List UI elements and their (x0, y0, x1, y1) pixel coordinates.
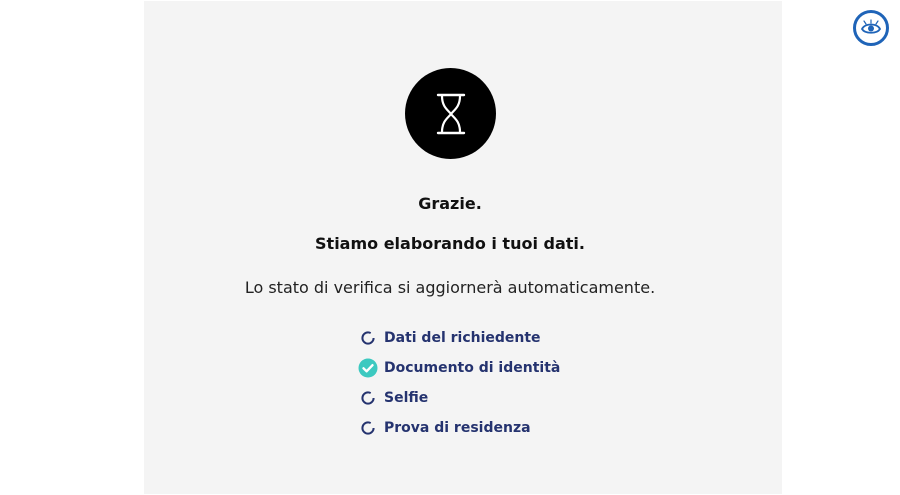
step-label: Dati del richiedente (384, 330, 541, 346)
loading-ring-icon (358, 328, 378, 348)
step-label: Documento di identità (384, 360, 561, 376)
eye-logo-icon (853, 10, 889, 46)
step-proof-of-residence: Prova di residenza (358, 413, 560, 443)
auto-update-message: Lo stato di verifica si aggiornerà autom… (244, 278, 656, 297)
verification-screen: Grazie. Stiamo elaborando i tuoi dati. L… (0, 0, 900, 495)
check-circle-icon (358, 358, 378, 378)
loading-ring-icon (358, 388, 378, 408)
step-applicant-data: Dati del richiedente (358, 323, 560, 353)
step-label: Selfie (384, 390, 429, 406)
thank-you-heading: Grazie. (418, 194, 482, 213)
loading-ring-icon (358, 418, 378, 438)
hourglass-icon (436, 93, 465, 134)
step-label: Prova di residenza (384, 420, 531, 436)
verification-step-list: Dati del richiedente Documento di identi… (358, 323, 560, 443)
processing-status-icon (405, 68, 496, 159)
step-selfie: Selfie (358, 383, 560, 413)
step-identity-document: Documento di identità (358, 353, 560, 383)
processing-message: Stiamo elaborando i tuoi dati. (315, 234, 585, 253)
